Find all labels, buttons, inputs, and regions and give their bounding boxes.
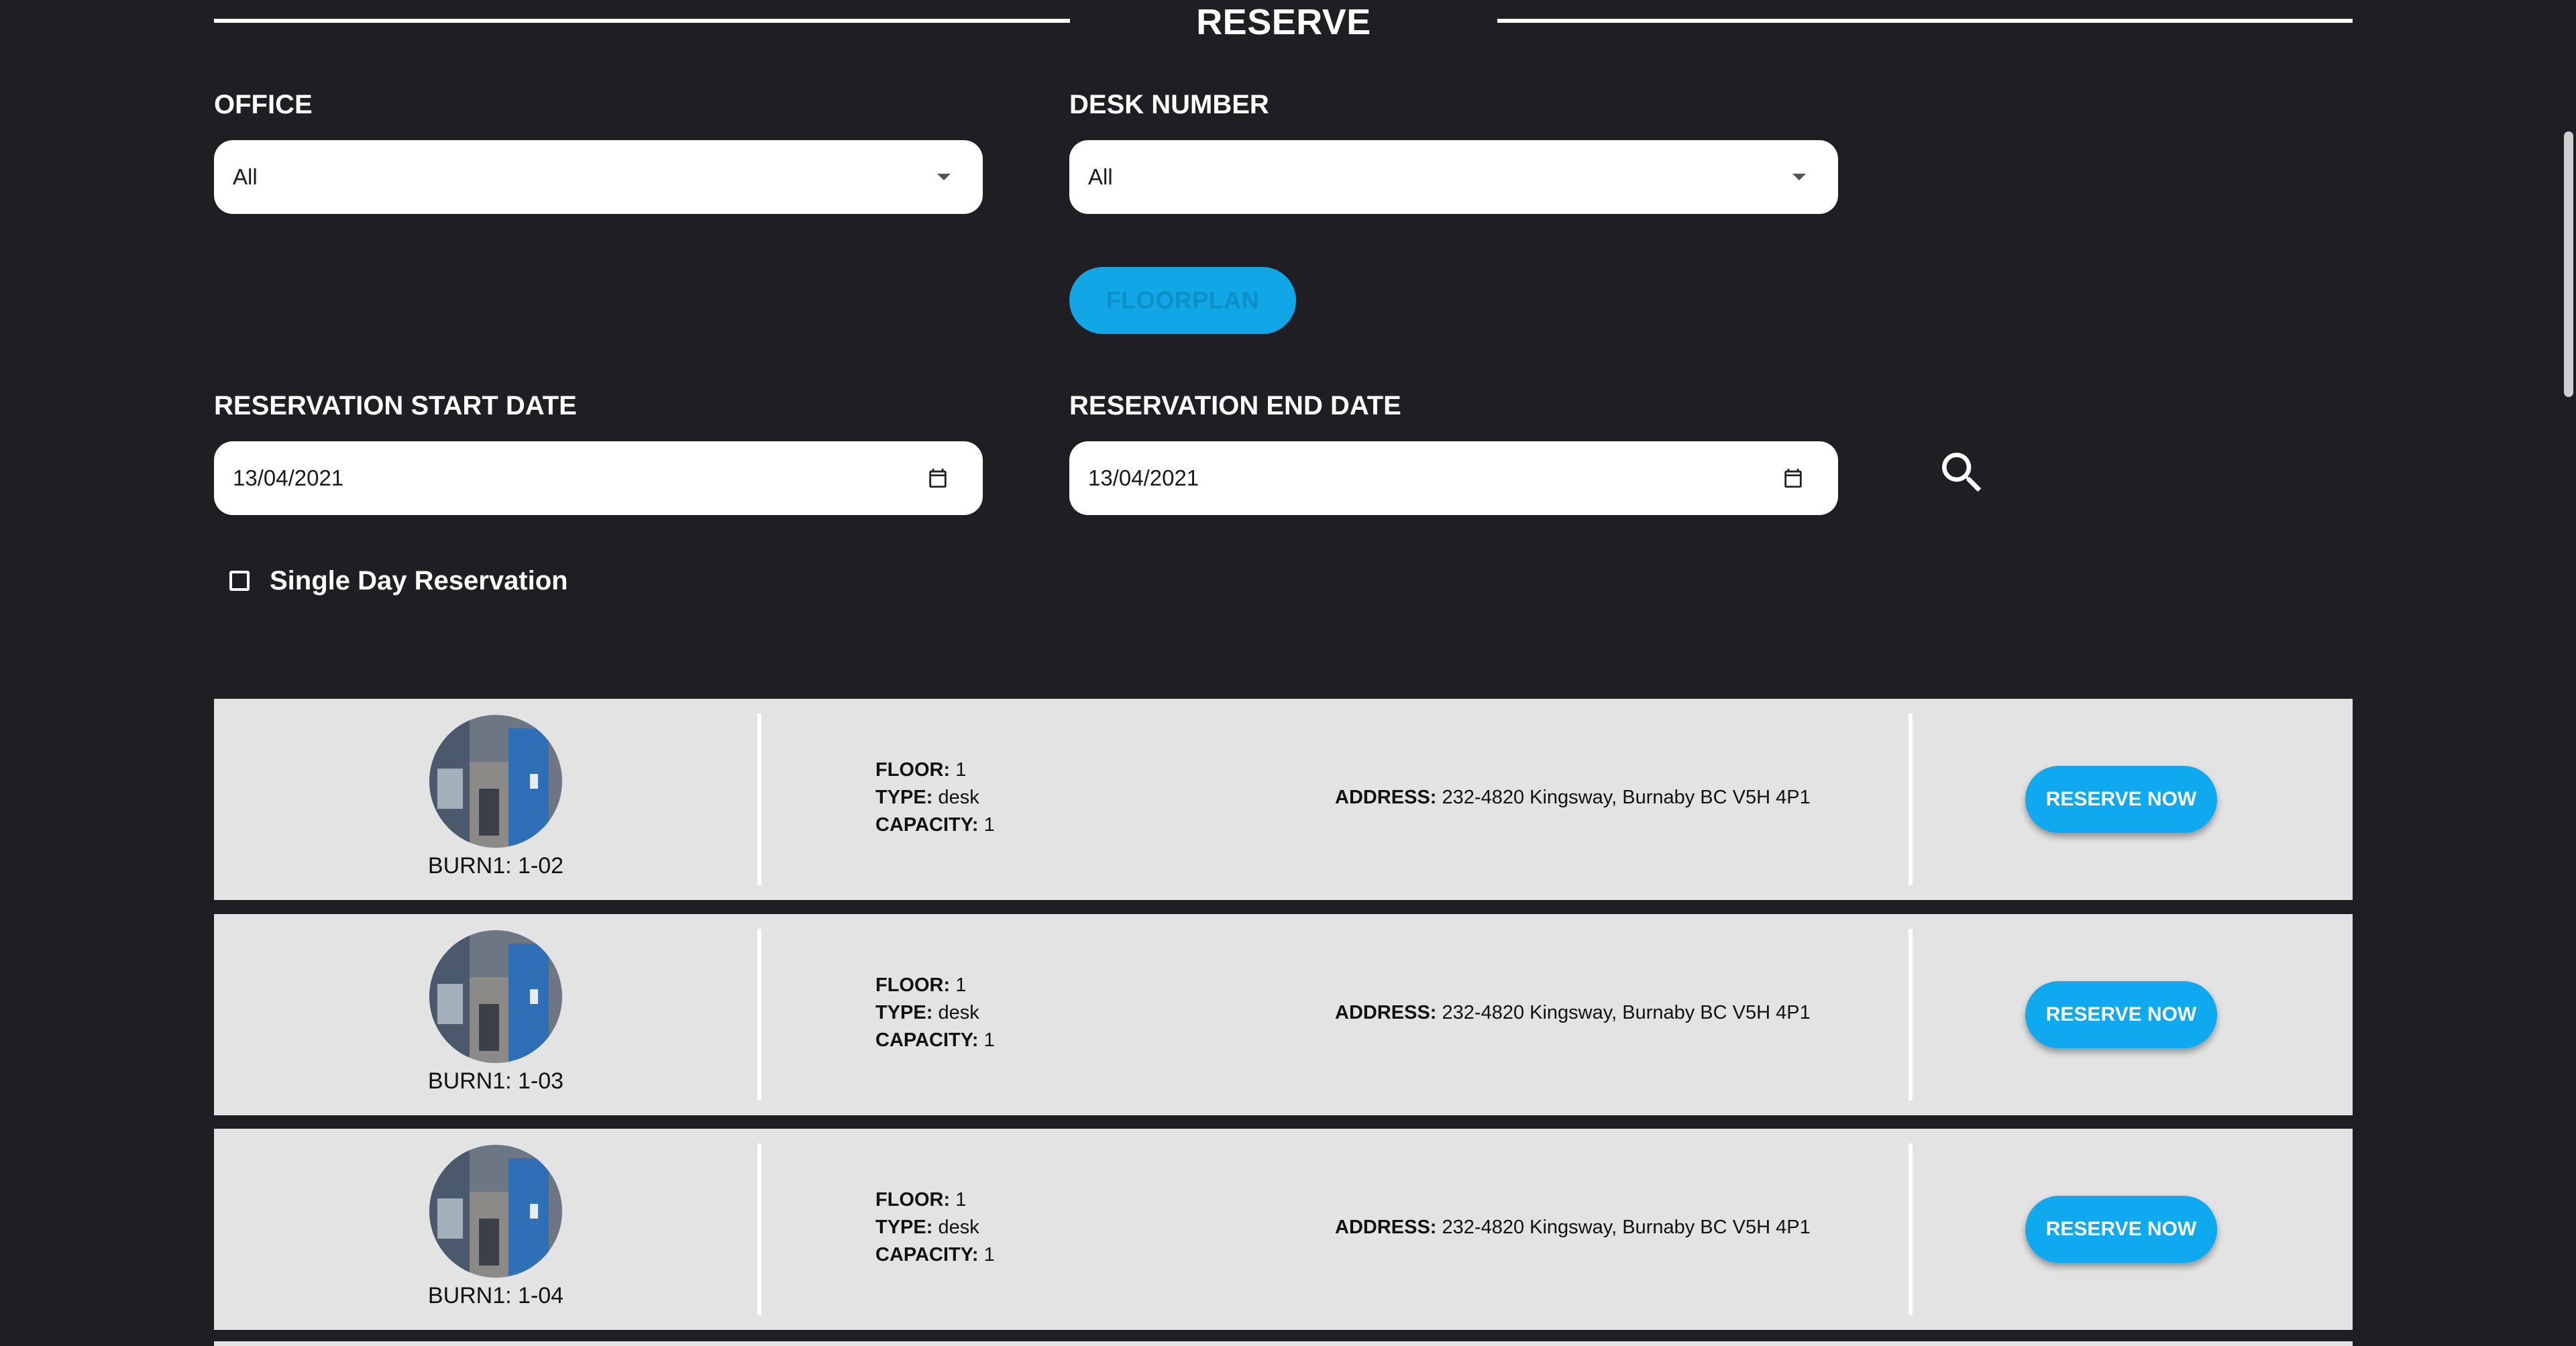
floor-label: FLOOR: — [875, 1189, 951, 1211]
start-date-label: RESERVATION START DATE — [214, 391, 577, 420]
address-label: ADDRESS: — [1335, 787, 1437, 808]
row-divider — [757, 929, 761, 1101]
address-value: 232-4820 Kingsway, Burnaby BC V5H 4P1 — [1442, 1217, 1811, 1238]
reserve-now-button[interactable]: RESERVE NOW — [2025, 1196, 2217, 1263]
type-value: desk — [938, 1217, 979, 1238]
desk-photo — [429, 930, 562, 1063]
page-title: RESERVE — [1196, 2, 1371, 42]
header-rule-left — [214, 19, 1070, 23]
type-value: desk — [938, 1002, 979, 1023]
reserve-page: RESERVE OFFICE All DESK NUMBER All FLOOR… — [0, 0, 2576, 1346]
next-result-row-edge — [214, 1341, 2353, 1346]
row-divider — [1909, 1143, 1913, 1315]
desk-number-label: DESK NUMBER — [1069, 90, 1269, 119]
capacity-value: 1 — [983, 1244, 995, 1266]
address-value: 232-4820 Kingsway, Burnaby BC V5H 4P1 — [1442, 787, 1811, 808]
desk-details: FLOOR: 1 TYPE: desk CAPACITY: 1 — [875, 972, 995, 1054]
floor-label: FLOOR: — [875, 974, 951, 996]
office-label: OFFICE — [214, 90, 313, 119]
floor-label: FLOOR: — [875, 759, 951, 781]
type-label: TYPE: — [875, 1217, 933, 1238]
result-row: BURN1: 1-04 FLOOR: 1 TYPE: desk CAPACITY… — [214, 1129, 2353, 1330]
type-value: desk — [938, 787, 979, 808]
capacity-label: CAPACITY: — [875, 1029, 979, 1051]
desk-address: ADDRESS: 232-4820 Kingsway, Burnaby BC V… — [1335, 999, 1811, 1027]
desk-name: BURN1: 1-04 — [427, 1283, 564, 1308]
start-date-input[interactable]: 13/04/2021 — [214, 441, 983, 515]
reserve-now-button[interactable]: RESERVE NOW — [2025, 766, 2217, 833]
end-date-label: RESERVATION END DATE — [1069, 391, 1401, 420]
header-rule-right — [1497, 19, 2353, 23]
desk-details: FLOOR: 1 TYPE: desk CAPACITY: 1 — [875, 1186, 995, 1269]
single-day-label[interactable]: Single Day Reservation — [270, 564, 568, 598]
type-label: TYPE: — [875, 1002, 933, 1023]
floor-value: 1 — [955, 759, 967, 781]
desk-address: ADDRESS: 232-4820 Kingsway, Burnaby BC V… — [1335, 1214, 1811, 1241]
desk-number-select-value: All — [1088, 164, 1113, 189]
desk-name: BURN1: 1-03 — [427, 1068, 564, 1094]
calendar-icon[interactable] — [1782, 466, 1805, 490]
address-label: ADDRESS: — [1335, 1217, 1437, 1238]
floor-value: 1 — [955, 974, 967, 996]
calendar-icon[interactable] — [926, 466, 949, 490]
floor-value: 1 — [955, 1189, 967, 1211]
address-label: ADDRESS: — [1335, 1002, 1437, 1023]
desk-number-select[interactable]: All — [1069, 140, 1838, 214]
row-divider — [1909, 714, 1913, 885]
search-icon[interactable] — [1935, 446, 1989, 500]
capacity-label: CAPACITY: — [875, 814, 979, 836]
capacity-label: CAPACITY: — [875, 1244, 979, 1266]
reserve-now-button[interactable]: RESERVE NOW — [2025, 981, 2217, 1048]
floorplan-button[interactable]: FLOORPLAN — [1069, 267, 1296, 334]
row-divider — [1909, 929, 1913, 1101]
end-date-input[interactable]: 13/04/2021 — [1069, 441, 1838, 515]
chevron-down-icon — [1792, 174, 1806, 180]
capacity-value: 1 — [983, 814, 995, 836]
result-row: BURN1: 1-02 FLOOR: 1 TYPE: desk CAPACITY… — [214, 699, 2353, 900]
start-date-value: 13/04/2021 — [233, 465, 344, 490]
single-day-checkbox[interactable] — [229, 571, 250, 591]
desk-photo — [429, 1145, 562, 1278]
address-value: 232-4820 Kingsway, Burnaby BC V5H 4P1 — [1442, 1002, 1811, 1023]
chevron-down-icon — [937, 174, 951, 180]
office-select-value: All — [233, 164, 258, 189]
desk-address: ADDRESS: 232-4820 Kingsway, Burnaby BC V… — [1335, 784, 1811, 811]
scrollbar-thumb[interactable] — [2564, 131, 2573, 397]
office-select[interactable]: All — [214, 140, 983, 214]
row-divider — [757, 714, 761, 885]
type-label: TYPE: — [875, 787, 933, 808]
result-row: BURN1: 1-03 FLOOR: 1 TYPE: desk CAPACITY… — [214, 914, 2353, 1115]
row-divider — [757, 1143, 761, 1315]
capacity-value: 1 — [983, 1029, 995, 1051]
end-date-value: 13/04/2021 — [1088, 465, 1199, 490]
desk-details: FLOOR: 1 TYPE: desk CAPACITY: 1 — [875, 756, 995, 839]
desk-name: BURN1: 1-02 — [427, 853, 564, 879]
desk-photo — [429, 715, 562, 848]
